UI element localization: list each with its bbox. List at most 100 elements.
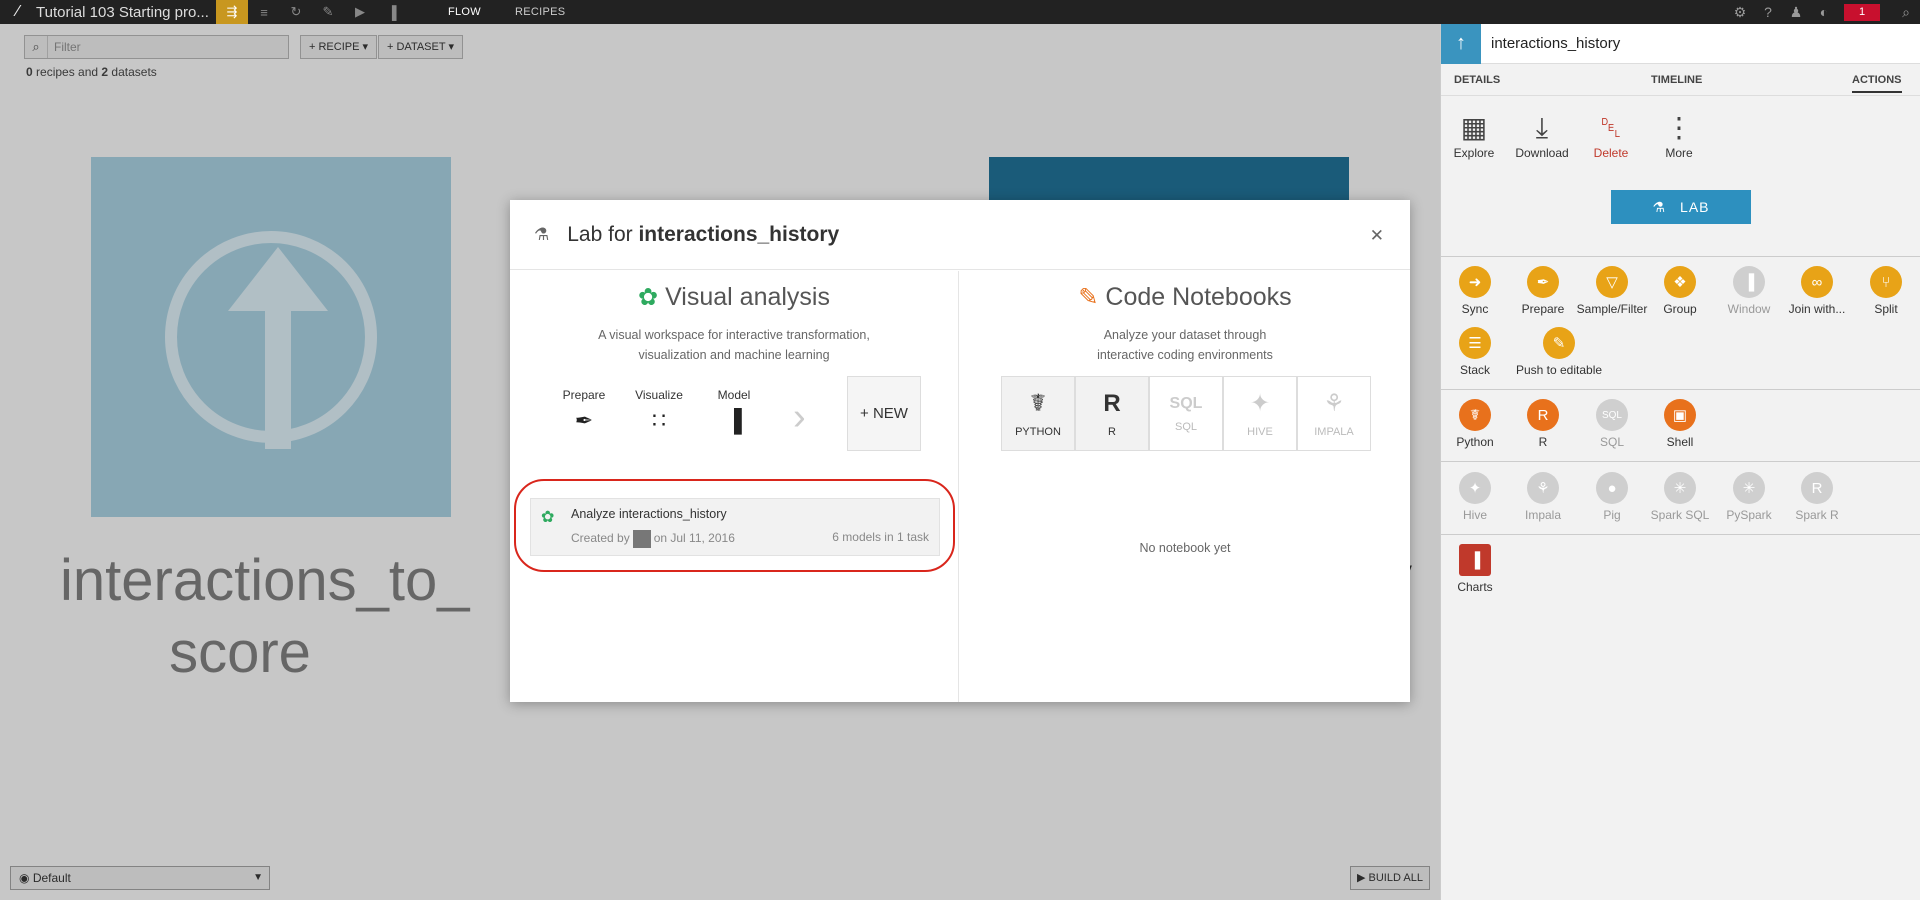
- explore-label: Explore: [1453, 146, 1495, 160]
- tab-recipes[interactable]: RECIPES: [515, 6, 565, 18]
- lab-button[interactable]: ⚗ LAB: [1611, 190, 1751, 224]
- recipe-label: Impala: [1524, 508, 1562, 522]
- impala-icon: ⚘: [1323, 390, 1345, 417]
- recipe-spark-sql[interactable]: ✳ Spark SQL: [1646, 472, 1714, 522]
- dataiku-logo-icon[interactable]: ∕: [0, 0, 36, 24]
- step-prepare: Prepare ✒: [554, 388, 614, 434]
- r-icon: R: [1103, 389, 1121, 417]
- recipe-label: Hive: [1462, 508, 1487, 522]
- step-label: Prepare: [562, 388, 606, 402]
- notebook-hive-button[interactable]: ✦ HIVE: [1223, 376, 1297, 451]
- recipe-impala[interactable]: ⚘ Impala: [1509, 472, 1577, 522]
- recipe-sql[interactable]: SQL SQL: [1578, 399, 1646, 449]
- add-dataset-button[interactable]: + DATASET ▾: [378, 35, 463, 59]
- build-all-button[interactable]: ▶ BUILD ALL: [1350, 866, 1430, 890]
- recipe-stack[interactable]: ☰ Stack: [1441, 327, 1509, 377]
- help-icon[interactable]: ?: [1754, 4, 1782, 20]
- pig-icon: ●: [1596, 472, 1628, 504]
- top-bar: ∕ Tutorial 103 Starting pro... ⇶ ≡ ↻ ✎ ▶…: [0, 0, 1920, 24]
- desc-line: visualization and machine learning: [638, 348, 830, 362]
- stack-icon: ☰: [1459, 327, 1491, 359]
- desc-line: interactive coding environments: [1097, 348, 1273, 362]
- recipe-sync[interactable]: ➜ Sync: [1441, 266, 1509, 316]
- tab-actions[interactable]: ACTIONS: [1852, 74, 1902, 93]
- more-button[interactable]: ⋮ More: [1646, 110, 1712, 160]
- jobs-icon[interactable]: ▶: [344, 0, 376, 24]
- panel-tabs: DETAILS TIMELINE ACTIONS: [1441, 64, 1920, 96]
- dataset-label[interactable]: interactions_to_ score: [60, 545, 469, 689]
- spark-sql-icon: ✳: [1664, 472, 1696, 504]
- close-icon[interactable]: ✕: [1370, 226, 1384, 246]
- users-icon[interactable]: ♟: [1782, 4, 1810, 21]
- recipe-label: Join with...: [1788, 302, 1846, 316]
- recipe-label: Push to editable: [1515, 363, 1603, 377]
- recipe-group[interactable]: ❖ Group: [1646, 266, 1714, 316]
- language-label: IMPALA: [1314, 426, 1354, 438]
- hive-icon: ✦: [1459, 472, 1491, 504]
- python-icon: ☤: [1029, 390, 1047, 417]
- recipe-push-to-editable[interactable]: ✎ Push to editable: [1509, 327, 1609, 377]
- recipe-label: Shell: [1666, 435, 1694, 449]
- dataset-node-interactions-to-score[interactable]: [91, 157, 451, 517]
- recipe-python[interactable]: ☤ Python: [1441, 399, 1509, 449]
- recipes-icon[interactable]: ↻: [280, 0, 312, 24]
- recipe-sample-filter[interactable]: ▽ Sample/Filter: [1577, 266, 1647, 316]
- code-notebooks-section: ✎ Code Notebooks Analyze your dataset th…: [960, 271, 1410, 702]
- recipe-spark-r[interactable]: R Spark R: [1783, 472, 1851, 522]
- code-notebooks-title-text: Code Notebooks: [1105, 283, 1292, 311]
- globe-icon[interactable]: ◐: [1810, 4, 1838, 20]
- recipe-join[interactable]: ∞ Join with...: [1783, 266, 1851, 316]
- delete-label: Delete: [1593, 146, 1629, 160]
- push-icon: ✎: [1543, 327, 1575, 359]
- charts-button[interactable]: ▐ Charts: [1441, 544, 1509, 594]
- visual-analysis-section: ✿ Visual analysis A visual workspace for…: [510, 271, 959, 702]
- new-analysis-button[interactable]: + NEW: [847, 376, 921, 451]
- delete-button[interactable]: ␡ Delete: [1578, 110, 1644, 160]
- recipe-hive[interactable]: ✦ Hive: [1441, 472, 1509, 522]
- highlight-annotation: [514, 479, 955, 572]
- tab-flow[interactable]: FLOW: [448, 6, 481, 18]
- lab-label: LAB: [1680, 199, 1710, 215]
- divider: [1441, 461, 1920, 462]
- notebook-python-button[interactable]: ☤ PYTHON: [1001, 376, 1075, 451]
- divider: [1441, 256, 1920, 257]
- view-select[interactable]: ◉ Default ▼: [10, 866, 270, 890]
- flow-icon[interactable]: ⇶: [216, 0, 248, 24]
- gear-icon[interactable]: ⚙: [1726, 4, 1754, 21]
- notebooks-icon[interactable]: ✎: [312, 0, 344, 24]
- recipe-pig[interactable]: ● Pig: [1578, 472, 1646, 522]
- recipe-label: Window: [1727, 302, 1771, 316]
- notification-badge[interactable]: 1: [1844, 3, 1880, 21]
- recipe-pyspark[interactable]: ✳ PySpark: [1715, 472, 1783, 522]
- flask-icon: ⚗: [534, 224, 550, 244]
- trash-icon: ␡: [1599, 112, 1623, 143]
- notebook-sql-button[interactable]: SQL SQL: [1149, 376, 1223, 451]
- chevron-down-icon: ▼: [253, 872, 263, 883]
- tab-details[interactable]: DETAILS: [1454, 74, 1500, 86]
- notebook-r-button[interactable]: RR: [1075, 376, 1149, 451]
- language-label: SQL: [1174, 420, 1197, 433]
- build-all-label: BUILD ALL: [1368, 872, 1423, 884]
- pyspark-icon: ✳: [1733, 472, 1765, 504]
- search-icon[interactable]: ⌕: [1892, 4, 1920, 21]
- download-button[interactable]: ⤓ Download: [1509, 110, 1575, 160]
- right-panel: ↑ interactions_history DETAILS TIMELINE …: [1440, 23, 1920, 900]
- modal-header: ⚗ Lab for interactions_history: [510, 200, 1410, 270]
- recipe-r[interactable]: RR: [1509, 399, 1577, 449]
- modal-title-dataset: interactions_history: [638, 222, 840, 246]
- add-recipe-button[interactable]: + RECIPE ▾: [300, 35, 378, 59]
- project-title[interactable]: Tutorial 103 Starting pro...: [36, 4, 216, 21]
- recipe-prepare[interactable]: ✒ Prepare: [1509, 266, 1577, 316]
- recipe-shell[interactable]: ▣ Shell: [1646, 399, 1714, 449]
- counts-text: recipes and: [32, 65, 102, 79]
- filter-input[interactable]: ⌕ Filter: [24, 35, 289, 59]
- recipe-split[interactable]: ⑂ Split: [1852, 266, 1920, 316]
- recipe-window[interactable]: ▐ Window: [1715, 266, 1783, 316]
- recipe-label: Spark SQL: [1650, 508, 1710, 522]
- sql-icon: SQL: [1169, 394, 1203, 412]
- datasets-icon[interactable]: ≡: [248, 0, 280, 24]
- dashboards-icon[interactable]: ▐: [376, 0, 408, 24]
- tab-timeline[interactable]: TIMELINE: [1651, 74, 1702, 86]
- explore-button[interactable]: ▦ Explore: [1441, 110, 1507, 160]
- notebook-impala-button[interactable]: ⚘ IMPALA: [1297, 376, 1371, 451]
